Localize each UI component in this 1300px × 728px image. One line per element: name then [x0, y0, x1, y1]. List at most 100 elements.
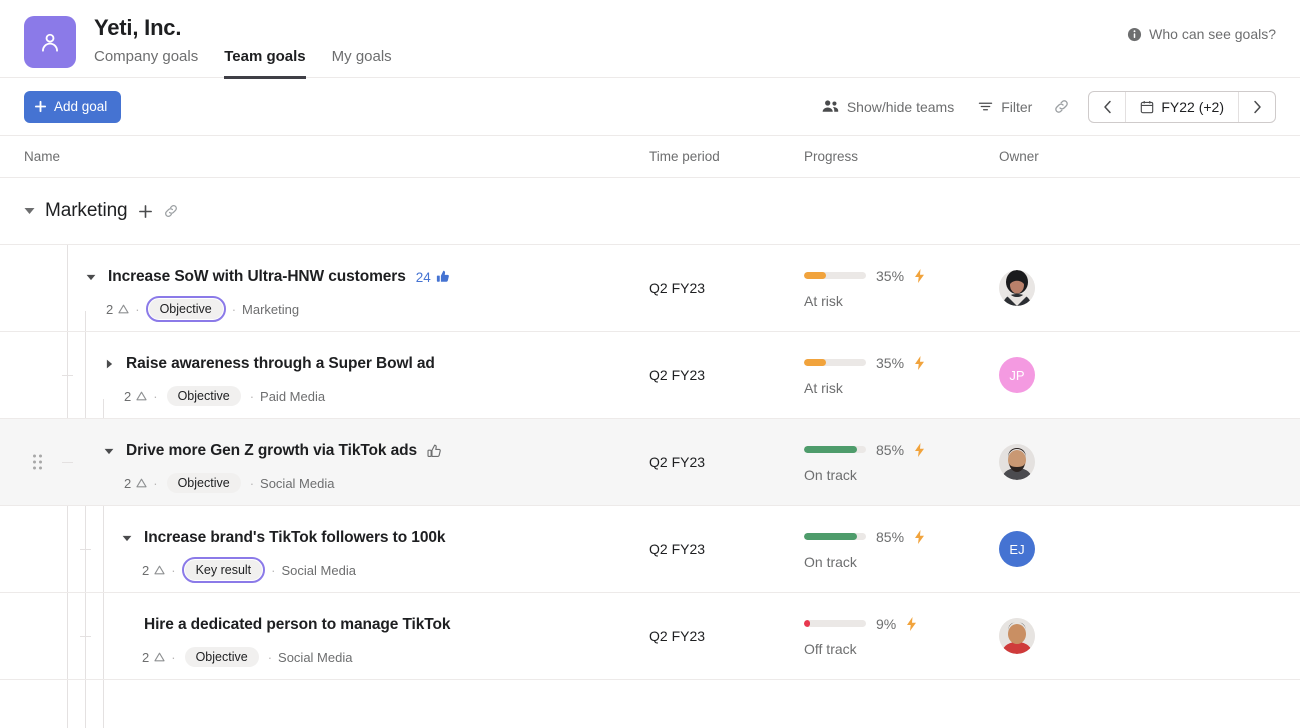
plus-icon: [34, 100, 47, 113]
add-goal-button[interactable]: Add goal: [24, 91, 121, 123]
status-update-bolt-icon[interactable]: [914, 269, 925, 283]
row-expand-toggle[interactable]: [102, 448, 116, 455]
team-label[interactable]: Marketing: [242, 302, 299, 317]
team-label[interactable]: Social Media: [282, 563, 356, 578]
goal-title[interactable]: Increase brand's TikTok followers to 100…: [144, 529, 445, 547]
time-period-cell[interactable]: Q2 FY23: [649, 628, 804, 644]
progress-bar: [804, 620, 866, 627]
goal-type-label: Objective: [167, 386, 241, 406]
goal-type-label: Key result: [185, 560, 263, 580]
show-hide-teams-button[interactable]: Show/hide teams: [810, 93, 966, 121]
team-label[interactable]: Social Media: [278, 650, 352, 665]
goal-title[interactable]: Hire a dedicated person to manage TikTok: [144, 616, 450, 634]
goals-page: Yeti, Inc. Company goals Team goals My g…: [0, 0, 1300, 728]
filter-button[interactable]: Filter: [966, 93, 1044, 121]
progress-percent: 35%: [876, 268, 904, 284]
avatar[interactable]: [999, 444, 1035, 480]
progress-cell[interactable]: 9% Off track: [804, 616, 999, 657]
copy-link-button[interactable]: [1044, 92, 1078, 122]
table-row-partial[interactable]: [0, 679, 1300, 706]
previous-period-button[interactable]: [1089, 92, 1125, 122]
meta-separator: ·: [171, 563, 175, 578]
caret-down-icon: [86, 274, 96, 281]
goal-title[interactable]: Raise awareness through a Super Bowl ad: [126, 355, 435, 373]
status-update-bolt-icon[interactable]: [914, 356, 925, 370]
tab-my-goals[interactable]: My goals: [332, 47, 392, 79]
period-selector[interactable]: FY22 (+2): [1125, 92, 1239, 122]
progress-percent: 35%: [876, 355, 904, 371]
status-update-bolt-icon[interactable]: [914, 443, 925, 457]
name-cell: Drive more Gen Z growth via TikTok ads 2…: [24, 419, 649, 505]
team-label[interactable]: Social Media: [260, 476, 334, 491]
add-goal-label: Add goal: [54, 99, 107, 114]
progress-cell[interactable]: 35% At risk: [804, 268, 999, 309]
column-header-name: Name: [24, 149, 649, 164]
progress-bar: [804, 446, 866, 453]
time-period-cell[interactable]: Q2 FY23: [649, 454, 804, 470]
column-header-owner: Owner: [999, 149, 1159, 164]
goal-title[interactable]: Increase SoW with Ultra-HNW customers: [108, 268, 406, 286]
goal-rows: Increase SoW with Ultra-HNW customers 24…: [0, 244, 1300, 706]
table-row[interactable]: Increase brand's TikTok followers to 100…: [0, 505, 1300, 592]
group-add-goal-button[interactable]: [138, 204, 153, 219]
table-column-headers: Name Time period Progress Owner: [0, 136, 1300, 178]
meta-separator: ·: [268, 650, 272, 665]
status-badge: On track: [804, 467, 999, 483]
table-row[interactable]: Drive more Gen Z growth via TikTok ads 2…: [0, 418, 1300, 505]
time-period-navigator: FY22 (+2): [1088, 91, 1276, 123]
column-header-time-period: Time period: [649, 149, 804, 164]
who-can-see-goals-link[interactable]: Who can see goals?: [1127, 26, 1276, 42]
goal-type-pill[interactable]: Objective: [182, 644, 262, 670]
show-hide-teams-label: Show/hide teams: [847, 99, 954, 115]
group-collapse-toggle[interactable]: [24, 207, 35, 215]
like-button[interactable]: 24: [416, 270, 450, 285]
progress-cell[interactable]: 85% On track: [804, 442, 999, 483]
lightning-bolt-icon: [914, 443, 925, 457]
progress-cell[interactable]: 85% On track: [804, 529, 999, 570]
avatar[interactable]: EJ: [999, 531, 1035, 567]
row-expand-toggle[interactable]: [84, 274, 98, 281]
tab-team-goals[interactable]: Team goals: [224, 47, 305, 79]
avatar-initials: EJ: [1009, 542, 1024, 557]
time-period-cell[interactable]: Q2 FY23: [649, 280, 804, 296]
chevron-left-icon: [1103, 100, 1112, 114]
team-label[interactable]: Paid Media: [260, 389, 325, 404]
like-button[interactable]: [427, 444, 442, 459]
group-copy-link-button[interactable]: [163, 203, 179, 219]
time-period-cell[interactable]: Q2 FY23: [649, 367, 804, 383]
table-row[interactable]: Hire a dedicated person to manage TikTok…: [0, 592, 1300, 679]
person-avatar-icon: [37, 29, 63, 55]
time-period-cell[interactable]: Q2 FY23: [649, 541, 804, 557]
table-row[interactable]: Raise awareness through a Super Bowl ad …: [0, 331, 1300, 418]
progress-cell[interactable]: 35% At risk: [804, 355, 999, 396]
goal-type-pill[interactable]: Objective: [164, 470, 244, 496]
subgoal-triangle-icon: [154, 652, 165, 662]
group-name-label: Marketing: [45, 200, 128, 222]
avatar-initials: JP: [1009, 368, 1024, 383]
status-update-bolt-icon[interactable]: [914, 530, 925, 544]
avatar[interactable]: JP: [999, 357, 1035, 393]
goal-type-pill[interactable]: Key result: [182, 557, 266, 583]
page-title: Yeti, Inc.: [94, 14, 392, 42]
table-row[interactable]: Increase SoW with Ultra-HNW customers 24…: [0, 244, 1300, 331]
avatar[interactable]: [999, 618, 1035, 654]
toolbar-actions: Show/hide teams Filter: [810, 91, 1276, 123]
subgoal-count: 2: [142, 563, 165, 578]
meta-separator: ·: [271, 563, 275, 578]
lightning-bolt-icon: [914, 269, 925, 283]
status-update-bolt-icon[interactable]: [906, 617, 917, 631]
tab-company-goals[interactable]: Company goals: [94, 47, 198, 79]
page-header: Yeti, Inc. Company goals Team goals My g…: [0, 0, 1300, 78]
row-expand-toggle[interactable]: [120, 535, 134, 542]
meta-separator: ·: [171, 650, 175, 665]
owner-cell: [999, 270, 1159, 306]
progress-percent: 9%: [876, 616, 896, 632]
row-expand-toggle[interactable]: [102, 359, 116, 369]
goal-type-pill[interactable]: Objective: [164, 383, 244, 409]
column-header-progress: Progress: [804, 149, 999, 164]
avatar[interactable]: [999, 270, 1035, 306]
next-period-button[interactable]: [1239, 92, 1275, 122]
goal-title[interactable]: Drive more Gen Z growth via TikTok ads: [126, 442, 417, 460]
goal-type-pill[interactable]: Objective: [146, 296, 226, 322]
period-label: FY22 (+2): [1161, 99, 1224, 115]
